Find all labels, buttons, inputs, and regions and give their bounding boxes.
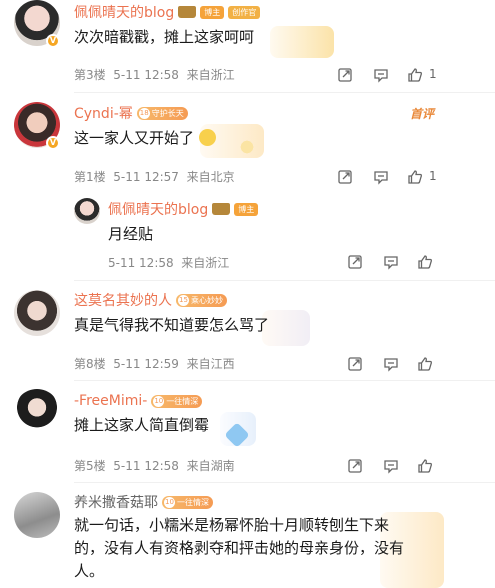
- fan-level: 10: [164, 496, 175, 508]
- reply-text: 月经贴: [108, 225, 154, 243]
- fan-level: 18: [138, 107, 150, 119]
- reply-meta: 5-11 12:58 来自浙江: [108, 254, 229, 271]
- share-icon[interactable]: [346, 253, 364, 271]
- comment-text-line: 就一句话，小糯米是杨幂怀胎十月顺转刨生下来: [74, 516, 390, 534]
- comment-icon[interactable]: [372, 66, 390, 84]
- fan-badge: 15 乘心妙妙: [176, 293, 227, 307]
- share-icon[interactable]: [336, 66, 354, 84]
- like-icon[interactable]: [406, 66, 424, 84]
- author-badge: 博主: [234, 202, 259, 216]
- timestamp: 5-11 12:57: [113, 170, 179, 184]
- crown-icon: [178, 6, 197, 18]
- fan-badge-label: 一往情深: [177, 497, 209, 507]
- comment-header: Cyndi-幂 18 守护长天: [74, 103, 188, 123]
- timestamp: 5-11 12:58: [108, 256, 174, 270]
- username[interactable]: -FreeMimi-: [74, 393, 147, 409]
- like-icon[interactable]: [416, 253, 434, 271]
- comment-text: 真是气得我不知道要怎么骂了: [74, 316, 270, 334]
- fan-level: 10: [153, 395, 165, 407]
- username[interactable]: Cyndi-幂: [74, 103, 133, 123]
- comment-meta: 第1楼 5-11 12:57 来自北京: [74, 168, 235, 185]
- username[interactable]: 佩佩晴天的blog: [74, 2, 174, 22]
- comment-text: 次次暗戳戳，摊上这家呵呵: [74, 28, 255, 46]
- comment-header: 这莫名其妙的人 15 乘心妙妙: [74, 290, 227, 310]
- creator-badge: 创作官: [228, 5, 261, 19]
- like-icon[interactable]: [416, 457, 434, 475]
- avatar[interactable]: [74, 198, 100, 224]
- share-icon[interactable]: [336, 168, 354, 186]
- divider: [74, 92, 495, 93]
- floor-number: 第3楼: [74, 68, 106, 82]
- author-badge: 博主: [200, 5, 225, 19]
- location: 来自北京: [186, 170, 235, 184]
- username[interactable]: 这莫名其妙的人: [74, 290, 172, 310]
- verified-icon: V: [46, 136, 60, 150]
- fan-badge: 18 守护长天: [136, 106, 188, 120]
- avatar[interactable]: [14, 389, 60, 435]
- sticker-icon: [236, 136, 258, 158]
- comment-icon[interactable]: [382, 355, 400, 373]
- like-icon[interactable]: [416, 355, 434, 373]
- crown-icon: [212, 203, 231, 215]
- share-icon[interactable]: [346, 355, 364, 373]
- timestamp: 5-11 12:59: [113, 357, 179, 371]
- divider: [74, 482, 495, 483]
- location: 来自浙江: [181, 256, 230, 270]
- divider: [74, 280, 495, 281]
- timestamp: 5-11 12:58: [113, 459, 179, 473]
- fan-badge: 10 一往情深: [151, 394, 203, 408]
- divider: [74, 380, 495, 381]
- fan-badge-label: 乘心妙妙: [191, 295, 223, 305]
- comment-text: 这一家人又开始了: [74, 127, 216, 150]
- avatar[interactable]: [14, 290, 60, 336]
- timestamp: 5-11 12:58: [113, 68, 179, 82]
- like-count: 1: [429, 67, 437, 81]
- comment-icon[interactable]: [372, 168, 390, 186]
- comment-bubble-bg: [270, 26, 334, 58]
- comment-meta: 第3楼 5-11 12:58 来自浙江: [74, 66, 235, 83]
- comment-meta: 第5楼 5-11 12:58 来自湖南: [74, 457, 235, 474]
- fan-badge-label: 一往情深: [166, 396, 199, 406]
- fan-badge: 10 一往情深: [162, 495, 213, 509]
- verified-icon: V: [46, 34, 60, 48]
- avatar[interactable]: [14, 492, 60, 538]
- location: 来自浙江: [186, 68, 235, 82]
- like-icon[interactable]: [406, 168, 424, 186]
- comment-text: 摊上这家人简直倒霉: [74, 416, 210, 434]
- share-icon[interactable]: [346, 457, 364, 475]
- comment-text-line: 人。: [74, 562, 105, 580]
- location: 来自湖南: [186, 459, 235, 473]
- location: 来自江西: [186, 357, 235, 371]
- floor-number: 第1楼: [74, 170, 106, 184]
- comment-text-line: 的，没有人有资格剥夺和抨击她的母亲身份，没有: [74, 539, 405, 557]
- username[interactable]: 佩佩晴天的blog: [108, 199, 208, 219]
- emoji-icon: [198, 129, 216, 146]
- comment-header: 佩佩晴天的blog 博主 创作官: [74, 2, 261, 22]
- fan-badge-label: 守护长天: [151, 108, 184, 118]
- comment-header: -FreeMimi- 10 一往情深: [74, 391, 203, 411]
- fan-level: 15: [178, 294, 189, 306]
- floor-number: 第5楼: [74, 459, 106, 473]
- reply-item: 佩佩晴天的blog 博主 月经贴 5-11 12:58 来自浙江: [74, 196, 479, 276]
- comment-bubble-bg: [262, 310, 310, 346]
- reply-header: 佩佩晴天的blog 博主: [108, 199, 259, 219]
- comment-icon[interactable]: [382, 253, 400, 271]
- username[interactable]: 养米撒香菇耶: [74, 492, 158, 512]
- floor-number: 第8楼: [74, 357, 106, 371]
- comment-header: 养米撒香菇耶 10 一往情深: [74, 492, 213, 512]
- like-count: 1: [429, 169, 437, 183]
- comment-meta: 第8楼 5-11 12:59 来自江西: [74, 355, 235, 372]
- comment-icon[interactable]: [382, 457, 400, 475]
- first-comment-mark: 首评: [410, 107, 435, 121]
